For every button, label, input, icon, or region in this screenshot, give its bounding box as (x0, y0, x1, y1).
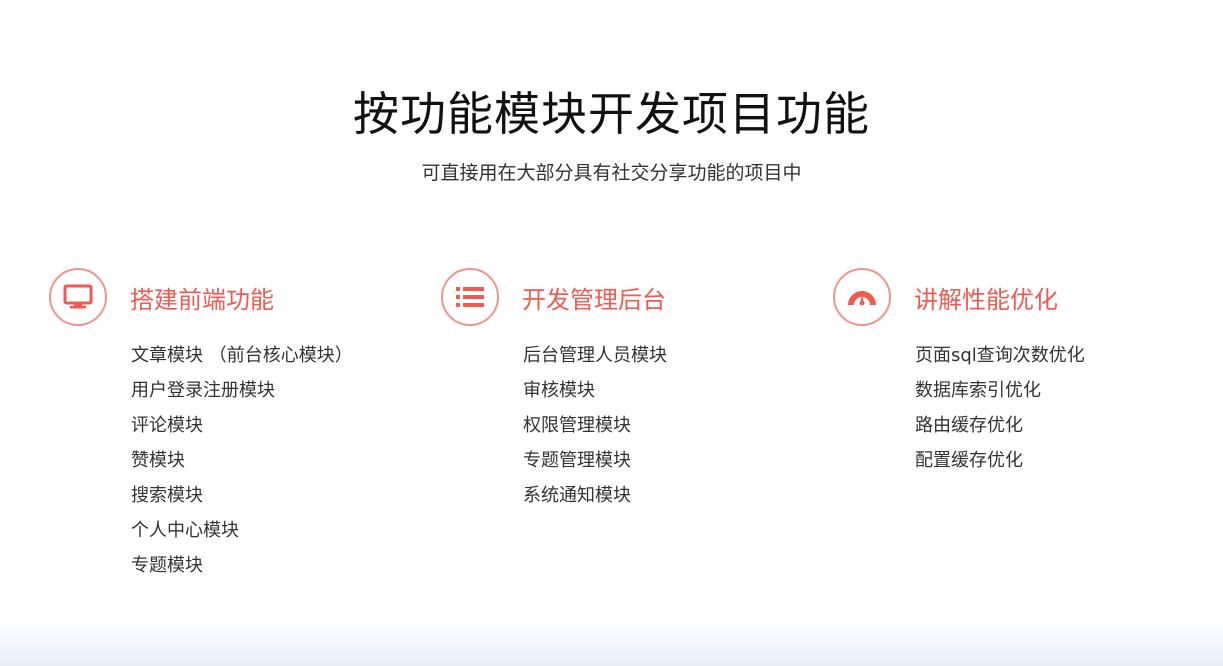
list-item: 用户登录注册模块 (131, 380, 275, 401)
list-item: 路由缓存优化 (915, 415, 1023, 436)
monitor-icon (49, 268, 107, 326)
list-icon (441, 268, 499, 326)
feature-list: 后台管理人员模块 审核模块 权限管理模块 专题管理模块 系统通知模块 (523, 338, 771, 513)
list-item: 专题管理模块 (523, 450, 631, 471)
feature-frontend: 搭建前端功能 文章模块 （前台核心模块） 用户登录注册模块 评论模块 赞模块 搜… (49, 268, 379, 583)
page-subtitle: 可直接用在大部分具有社交分享功能的项目中 (421, 162, 802, 184)
feature-admin: 开发管理后台 后台管理人员模块 审核模块 权限管理模块 专题管理模块 系统通知模… (441, 268, 771, 513)
list-item: 审核模块 (523, 380, 595, 401)
page-title: 按功能模块开发项目功能 (353, 87, 870, 141)
feature-list: 页面sql查询次数优化 数据库索引优化 路由缓存优化 配置缓存优化 (915, 338, 1163, 478)
feature-header: 搭建前端功能 (49, 268, 379, 326)
list-item: 专题模块 (131, 555, 203, 576)
gauge-icon (833, 268, 891, 326)
list-item: 赞模块 (131, 450, 185, 471)
list-item: 权限管理模块 (523, 415, 631, 436)
list-item: 数据库索引优化 (915, 380, 1041, 401)
page: 按功能模块开发项目功能 可直接用在大部分具有社交分享功能的项目中 搭建前端功能 … (0, 0, 1223, 666)
feature-title: 开发管理后台 (522, 285, 666, 314)
feature-header: 开发管理后台 (441, 268, 771, 326)
feature-header: 讲解性能优化 (833, 268, 1163, 326)
feature-title: 搭建前端功能 (130, 285, 274, 314)
list-item: 评论模块 (131, 415, 203, 436)
bottom-gradient (0, 620, 1223, 666)
list-item: 后台管理人员模块 (523, 345, 667, 366)
list-item: 文章模块 （前台核心模块） (131, 345, 353, 366)
list-item: 搜索模块 (131, 485, 203, 506)
list-item: 配置缓存优化 (915, 450, 1023, 471)
feature-performance: 讲解性能优化 页面sql查询次数优化 数据库索引优化 路由缓存优化 配置缓存优化 (833, 268, 1163, 478)
feature-title: 讲解性能优化 (914, 285, 1058, 314)
feature-list: 文章模块 （前台核心模块） 用户登录注册模块 评论模块 赞模块 搜索模块 个人中… (131, 338, 379, 583)
list-item: 系统通知模块 (523, 485, 631, 506)
list-item: 个人中心模块 (131, 520, 239, 541)
list-item: 页面sql查询次数优化 (915, 345, 1085, 366)
